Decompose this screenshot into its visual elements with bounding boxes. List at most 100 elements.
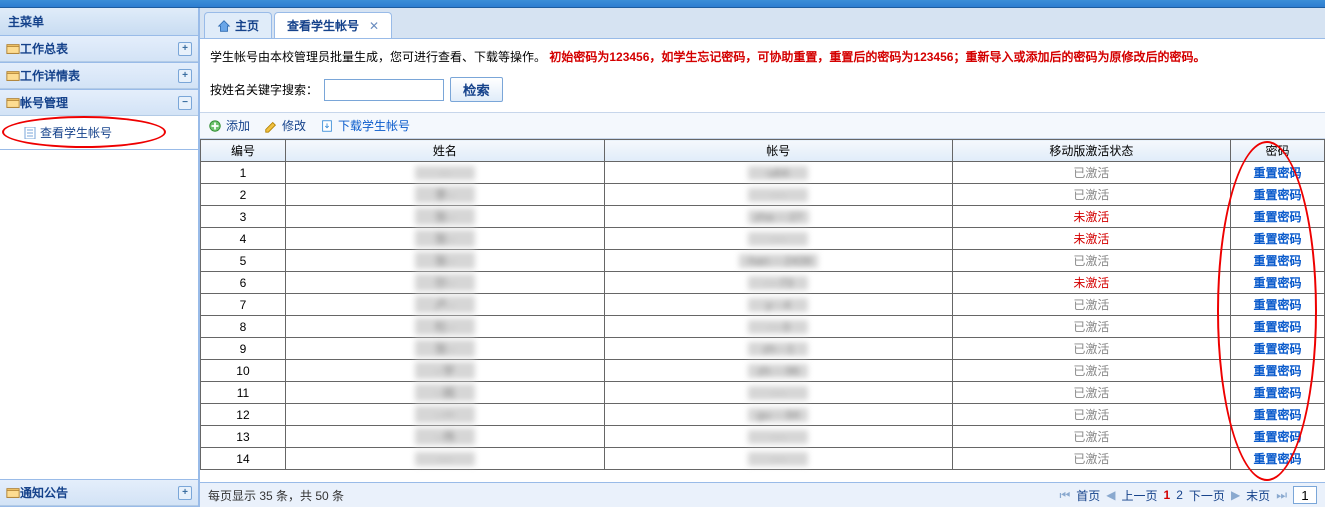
toolbar: 添加 修改 下载学生帐号 — [200, 113, 1325, 139]
table-row[interactable]: 1····u64·已激活重置密码 — [201, 162, 1325, 184]
tab-home[interactable]: 主页 — [204, 12, 272, 38]
cell-name: ···· — [285, 448, 604, 470]
reset-password-link[interactable]: 重置密码 — [1253, 364, 1301, 378]
cell-name: ··宇 — [285, 360, 604, 382]
reset-password-link[interactable]: 重置密码 — [1253, 232, 1301, 246]
search-button[interactable]: 检索 — [450, 77, 503, 102]
cell-status: 已激活 — [952, 448, 1230, 470]
cell-name: 杜·· — [285, 316, 604, 338]
col-name[interactable]: 姓名 — [285, 140, 604, 162]
search-label: 按姓名关键字搜索： — [210, 81, 318, 98]
table-row[interactable]: 12··一gu····84已激活重置密码 — [201, 404, 1325, 426]
first-page[interactable]: 首页 — [1076, 487, 1100, 504]
first-page-icon[interactable]: ⏮ — [1059, 488, 1070, 503]
table-row[interactable]: 6尔······73未激活重置密码 — [201, 272, 1325, 294]
last-page-icon[interactable]: ⏭ — [1276, 488, 1287, 503]
goto-page-input[interactable] — [1293, 486, 1317, 504]
cell-no: 14 — [201, 448, 286, 470]
table-row[interactable]: 11··嫣····已激活重置密码 — [201, 382, 1325, 404]
last-page[interactable]: 末页 — [1246, 487, 1270, 504]
cell-no: 7 — [201, 294, 286, 316]
prev-page[interactable]: 上一页 — [1122, 487, 1158, 504]
table-row[interactable]: 3张··zha····27未激活重置密码 — [201, 206, 1325, 228]
table-row[interactable]: 4张······未激活重置密码 — [201, 228, 1325, 250]
edit-icon — [264, 119, 278, 133]
cell-name: 尔·· — [285, 272, 604, 294]
tab-view-student-account[interactable]: 查看学生帐号 ✕ — [274, 12, 392, 38]
tab-bar: 主页 查看学生帐号 ✕ — [200, 8, 1325, 39]
page-2[interactable]: 2 — [1176, 488, 1183, 502]
reset-password-link[interactable]: 重置密码 — [1253, 320, 1301, 334]
expand-icon[interactable]: + — [178, 69, 192, 83]
col-password[interactable]: 密码 — [1230, 140, 1324, 162]
reset-password-link[interactable]: 重置密码 — [1253, 254, 1301, 268]
prev-page-icon[interactable]: ◀ — [1106, 488, 1115, 502]
notice-warning: 初始密码为123456，如学生忘记密码，可协助重置，重置后的密码为123456；… — [549, 50, 1205, 64]
cell-password: 重置密码 — [1230, 272, 1324, 294]
page-current: 1 — [1164, 488, 1171, 502]
notice-text: 学生帐号由本校管理员批量生成，您可进行查看、下载等操作。 初始密码为123456… — [200, 39, 1325, 71]
search-input[interactable] — [324, 79, 444, 101]
cell-account: ····73 — [604, 272, 952, 294]
next-page[interactable]: 下一页 — [1189, 487, 1225, 504]
table-row[interactable]: 10··宇zh····96已激活重置密码 — [201, 360, 1325, 382]
table-row[interactable]: 5张···han····2439已激活重置密码 — [201, 250, 1325, 272]
cell-status: 已激活 — [952, 360, 1230, 382]
student-table: 编号 姓名 帐号 移动版激活状态 密码 1····u64·已激活重置密码2李··… — [200, 139, 1325, 470]
cell-name: 李·· — [285, 184, 604, 206]
close-icon[interactable]: ✕ — [369, 19, 379, 33]
cell-password: 重置密码 — [1230, 426, 1324, 448]
cell-status: 已激活 — [952, 426, 1230, 448]
add-icon — [208, 119, 222, 133]
reset-password-link[interactable]: 重置密码 — [1253, 188, 1301, 202]
cell-account: ···· — [604, 448, 952, 470]
col-status[interactable]: 移动版激活状态 — [952, 140, 1230, 162]
expand-icon[interactable]: + — [178, 42, 192, 56]
cell-name: ··· — [285, 162, 604, 184]
cell-account: zh····96 — [604, 360, 952, 382]
download-link[interactable]: 下载学生帐号 — [320, 117, 410, 134]
col-account[interactable]: 帐号 — [604, 140, 952, 162]
expand-icon[interactable]: + — [178, 486, 192, 500]
collapse-icon[interactable]: − — [178, 96, 192, 110]
reset-password-link[interactable]: 重置密码 — [1253, 166, 1301, 180]
pager: 每页显示 35 条，共 50 条 ⏮ 首页 ◀ 上一页 1 2 下一页 ▶ 末页… — [200, 482, 1325, 507]
cell-status: 已激活 — [952, 250, 1230, 272]
table-row[interactable]: 13··伟····已激活重置密码 — [201, 426, 1325, 448]
cell-name: 张·· — [285, 228, 604, 250]
panel-account-mgmt[interactable]: 帐号管理 − — [0, 90, 198, 116]
cell-account: ····3 — [604, 316, 952, 338]
reset-password-link[interactable]: 重置密码 — [1253, 408, 1301, 422]
table-row[interactable]: 7卢··y···4已激活重置密码 — [201, 294, 1325, 316]
cell-no: 12 — [201, 404, 286, 426]
cell-account: gu····84 — [604, 404, 952, 426]
table-row[interactable]: 9张··zh···1已激活重置密码 — [201, 338, 1325, 360]
panel-notice[interactable]: 通知公告 + — [0, 480, 198, 506]
reset-password-link[interactable]: 重置密码 — [1253, 210, 1301, 224]
reset-password-link[interactable]: 重置密码 — [1253, 386, 1301, 400]
cell-name: 张·· — [285, 206, 604, 228]
add-button[interactable]: 添加 — [208, 117, 250, 134]
reset-password-link[interactable]: 重置密码 — [1253, 452, 1301, 466]
cell-password: 重置密码 — [1230, 360, 1324, 382]
table-row[interactable]: 14········已激活重置密码 — [201, 448, 1325, 470]
panel-work-summary[interactable]: 工作总表 + — [0, 36, 198, 62]
reset-password-link[interactable]: 重置密码 — [1253, 342, 1301, 356]
cell-account: ···· — [604, 184, 952, 206]
tab-label: 主页 — [235, 17, 259, 34]
search-bar: 按姓名关键字搜索： 检索 — [200, 71, 1325, 113]
cell-name: ··伟 — [285, 426, 604, 448]
edit-button[interactable]: 修改 — [264, 117, 306, 134]
reset-password-link[interactable]: 重置密码 — [1253, 276, 1301, 290]
cell-no: 8 — [201, 316, 286, 338]
cell-no: 6 — [201, 272, 286, 294]
tree-item-view-student-account[interactable]: 查看学生帐号 — [0, 122, 198, 143]
next-page-icon[interactable]: ▶ — [1231, 488, 1240, 502]
table-row[interactable]: 2李······已激活重置密码 — [201, 184, 1325, 206]
table-row[interactable]: 8杜······3已激活重置密码 — [201, 316, 1325, 338]
reset-password-link[interactable]: 重置密码 — [1253, 430, 1301, 444]
panel-work-detail[interactable]: 工作详情表 + — [0, 63, 198, 89]
col-no[interactable]: 编号 — [201, 140, 286, 162]
reset-password-link[interactable]: 重置密码 — [1253, 298, 1301, 312]
cell-password: 重置密码 — [1230, 162, 1324, 184]
